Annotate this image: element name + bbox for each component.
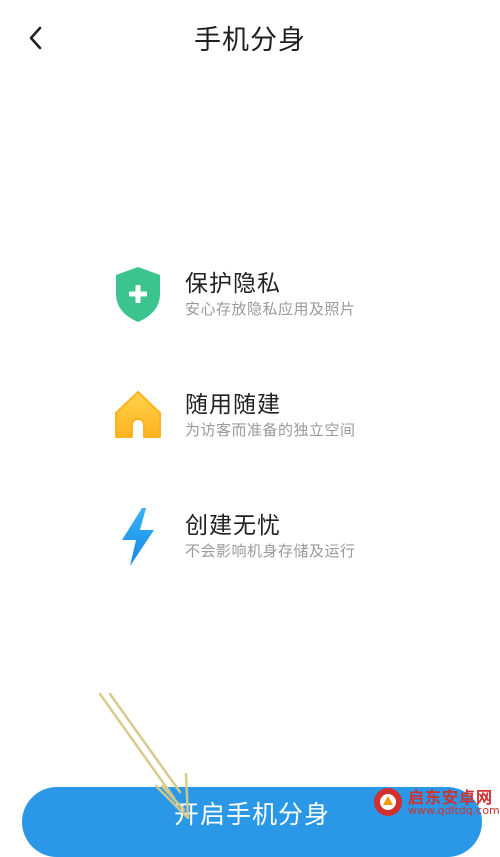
feature-description: 安心存放隐私应用及照片 [185, 300, 356, 318]
feature-title: 随用随建 [185, 392, 281, 418]
feature-title: 保护隐私 [185, 271, 281, 297]
lightning-icon [122, 508, 154, 566]
feature-item-privacy: 保护隐私 安心存放隐私应用及照片 [0, 264, 500, 334]
watermark: 启东安卓网 www.qdltdq.com [368, 780, 500, 826]
feature-item-worry-free: 创建无忧 不会影响机身存储及运行 [0, 506, 500, 576]
feature-title: 创建无忧 [185, 513, 281, 539]
feature-description: 为访客而准备的独立空间 [185, 421, 356, 439]
feature-item-guest: 随用随建 为访客而准备的独立空间 [0, 385, 500, 455]
shield-plus-icon [116, 267, 160, 322]
house-icon [115, 391, 161, 438]
header: 手机分身 [0, 0, 500, 80]
page-title: 手机分身 [194, 25, 306, 56]
watermark-url: www.qdltdq.com [408, 804, 500, 817]
watermark-logo-icon [374, 788, 402, 816]
feature-description: 不会影响机身存储及运行 [185, 542, 356, 560]
